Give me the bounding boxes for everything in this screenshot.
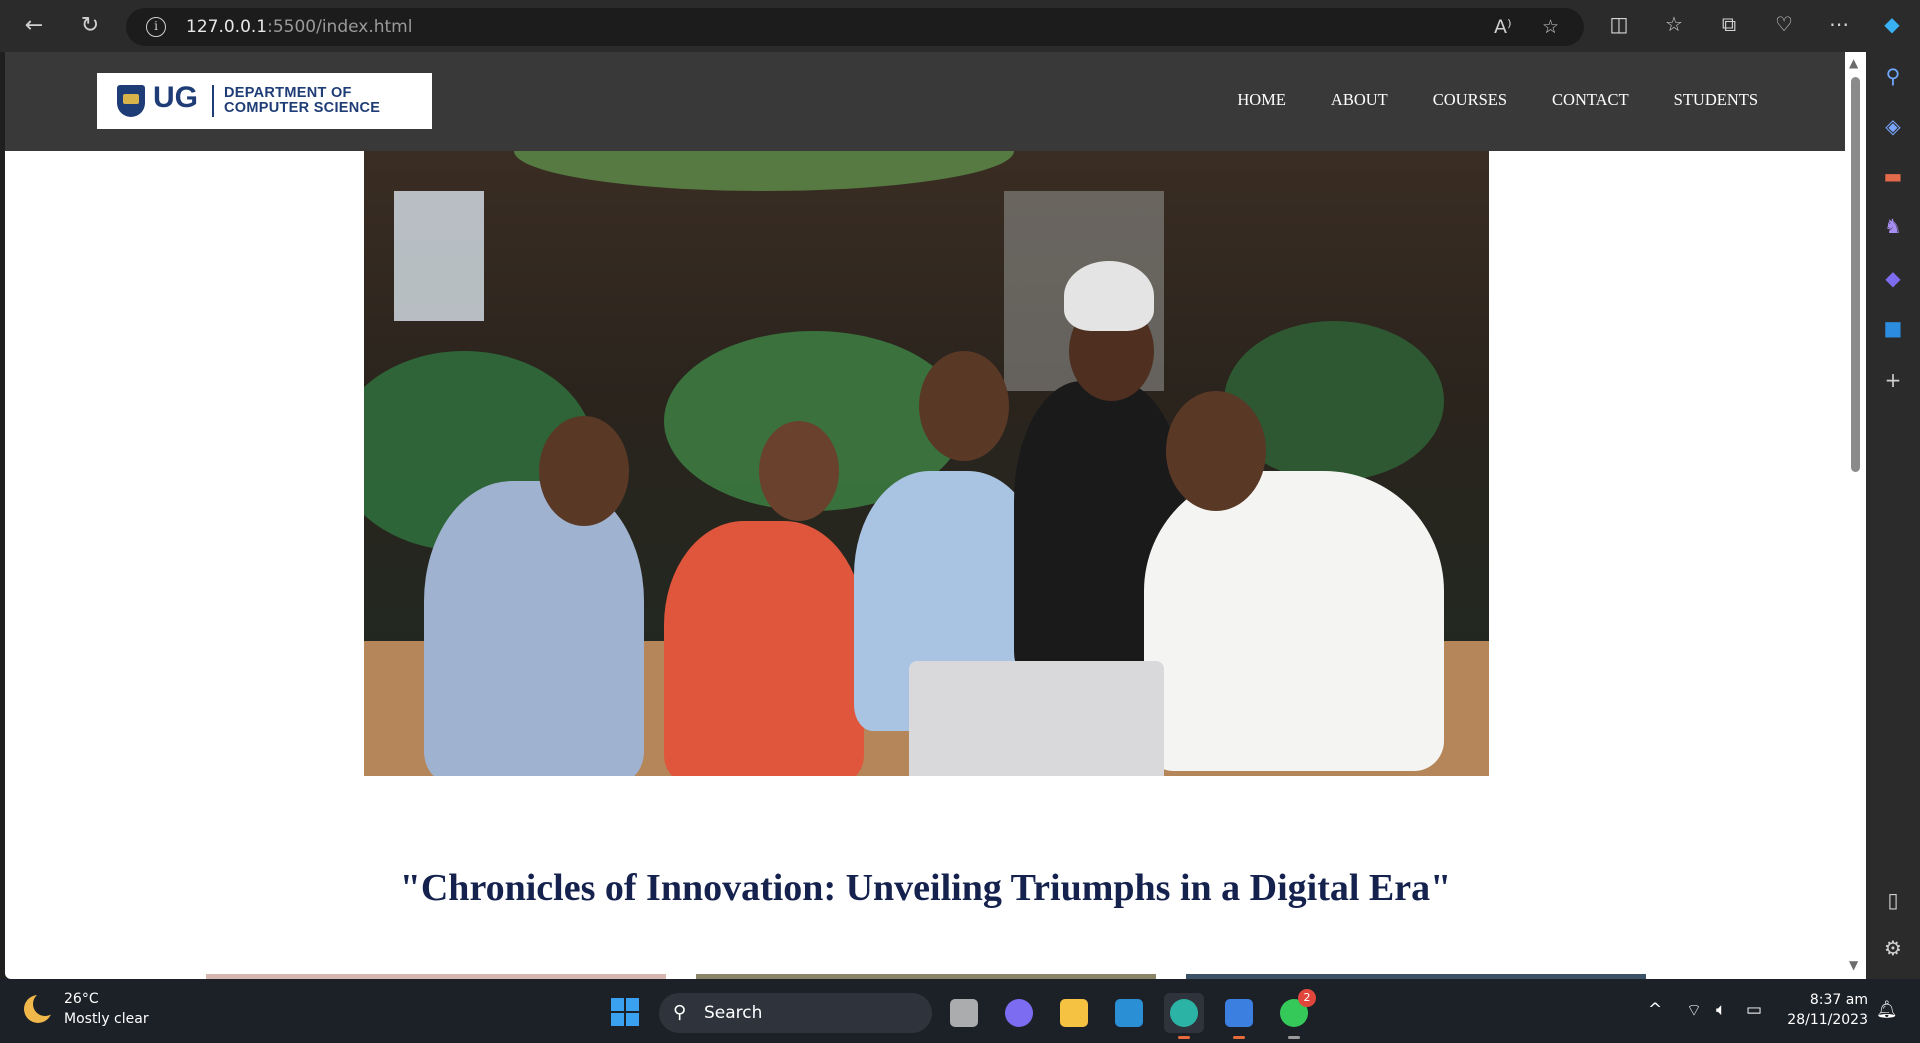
notification-badge: 2 [1298, 989, 1316, 1007]
back-icon[interactable]: ← [18, 10, 50, 42]
crest-icon [117, 85, 145, 117]
scroll-down-arrow[interactable]: ▼ [1849, 958, 1858, 972]
logo-ug-text: UG [153, 81, 198, 114]
photos-icon[interactable] [1219, 993, 1259, 1039]
browser-essentials-icon[interactable]: ♡ [1770, 12, 1798, 36]
page-scrollbar[interactable]: ▲ ▼ [1845, 52, 1866, 979]
favorites-icon[interactable]: ☆ [1660, 12, 1688, 36]
teams-chat-icon[interactable] [999, 993, 1039, 1033]
nav-about[interactable]: ABOUT [1331, 90, 1388, 110]
windows-taskbar: 26°C Mostly clear ⚲ Search 2 ^ ⌔ 🔈︎ ▭ 8:… [0, 979, 1920, 1043]
logo-divider [212, 85, 214, 117]
wifi-icon[interactable]: ⌔ [1686, 1000, 1702, 1021]
nav-courses[interactable]: COURSES [1433, 90, 1507, 110]
browser-sidebar: ⚲ ◈ ▬ ♞ ◆ ■ + ▯ ⚙ [1866, 52, 1920, 979]
read-aloud-icon[interactable]: A⁾ [1494, 16, 1512, 38]
scroll-thumb[interactable] [1851, 77, 1860, 472]
search-icon[interactable]: ⚲ [1879, 62, 1907, 90]
edge-icon[interactable] [1164, 993, 1204, 1039]
more-icon[interactable]: ⋯ [1825, 12, 1853, 36]
task-view-icon[interactable] [944, 993, 984, 1033]
taskbar-search-label: Search [704, 1003, 763, 1023]
weather-description[interactable]: Mostly clear [64, 1011, 149, 1027]
favorite-star-icon[interactable]: ☆ [1542, 16, 1559, 38]
split-screen-icon[interactable]: ◫ [1605, 12, 1633, 36]
clock-time[interactable]: 8:37 am [1808, 992, 1868, 1008]
outlook-icon[interactable]: ■ [1879, 314, 1907, 342]
copilot-icon[interactable]: ◆ [1878, 12, 1906, 36]
notification-bell-icon[interactable]: 🔔︎ [1876, 1000, 1898, 1020]
taskbar-search[interactable]: ⚲ Search [659, 993, 932, 1033]
address-bar[interactable]: i 127.0.0.1:5500/index.html A⁾ ☆ [126, 8, 1584, 46]
browser-toolbar: ← ↻ i 127.0.0.1:5500/index.html A⁾ ☆ ◫ ☆… [0, 0, 1920, 52]
sidebar-panel-icon[interactable]: ▯ [1879, 886, 1907, 914]
site-info-icon[interactable]: i [146, 17, 166, 37]
vscode-icon[interactable] [1109, 993, 1149, 1033]
copilot-sidebar-icon[interactable]: ◆ [1879, 264, 1907, 292]
web-page: UG DEPARTMENT OF COMPUTER SCIENCE HOME A… [5, 52, 1866, 979]
site-header: UG DEPARTMENT OF COMPUTER SCIENCE HOME A… [5, 52, 1846, 151]
main-nav: HOME ABOUT COURSES CONTACT STUDENTS [1237, 90, 1758, 110]
refresh-icon[interactable]: ↻ [74, 10, 106, 42]
volume-icon[interactable]: 🔈︎ [1716, 1000, 1726, 1020]
tools-icon[interactable]: ▬ [1879, 162, 1907, 190]
page-headline: "Chronicles of Innovation: Unveiling Tri… [399, 867, 1452, 909]
settings-gear-icon[interactable]: ⚙ [1879, 934, 1907, 962]
weather-moon-icon[interactable] [24, 992, 57, 1023]
hero-image [364, 151, 1489, 776]
nav-students[interactable]: STUDENTS [1674, 90, 1758, 110]
logo-department-text: DEPARTMENT OF COMPUTER SCIENCE [224, 85, 381, 116]
chevron-up-icon[interactable]: ^ [1648, 1000, 1662, 1020]
scroll-up-arrow[interactable]: ▲ [1849, 56, 1858, 70]
battery-icon[interactable]: ▭ [1746, 1000, 1762, 1020]
department-logo[interactable]: UG DEPARTMENT OF COMPUTER SCIENCE [97, 73, 432, 129]
shopping-tag-icon[interactable]: ◈ [1879, 112, 1907, 140]
clock-date[interactable]: 28/11/2023 [1785, 1012, 1868, 1028]
url-text[interactable]: 127.0.0.1:5500/index.html [186, 17, 412, 37]
add-icon[interactable]: + [1879, 366, 1907, 394]
collections-icon[interactable]: ⧉ [1715, 12, 1743, 36]
search-icon: ⚲ [673, 1002, 687, 1023]
games-icon[interactable]: ♞ [1879, 212, 1907, 240]
start-icon[interactable] [611, 998, 639, 1026]
weather-temperature[interactable]: 26°C [64, 991, 99, 1007]
nav-home[interactable]: HOME [1237, 90, 1286, 110]
nav-contact[interactable]: CONTACT [1552, 90, 1629, 110]
file-explorer-icon[interactable] [1054, 993, 1094, 1033]
whatsapp-icon[interactable]: 2 [1274, 989, 1316, 1039]
